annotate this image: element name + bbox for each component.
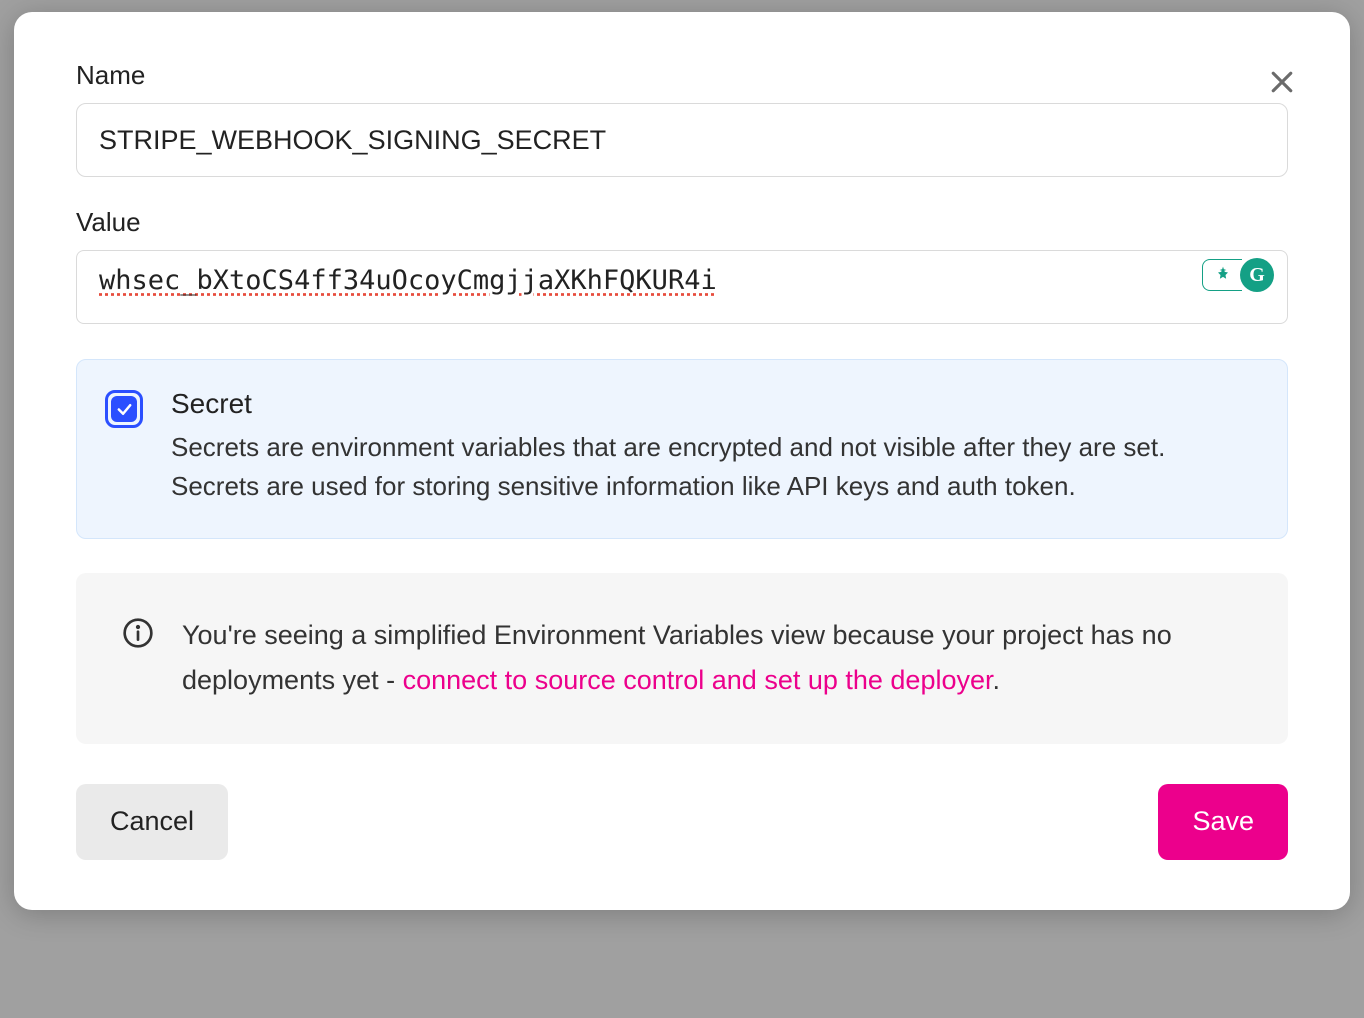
grammarly-logo-icon: G (1240, 258, 1274, 292)
secret-option-box: Secret Secrets are environment variables… (76, 359, 1288, 539)
modal-footer: Cancel Save (76, 784, 1288, 860)
secret-title: Secret (171, 388, 1259, 420)
info-notice-box: You're seeing a simplified Environment V… (76, 573, 1288, 744)
value-field-group: Value whsec_bXtoCS4ff34uOcoyCmgjjaXKhFQK… (76, 207, 1288, 329)
value-input-wrapper: whsec_bXtoCS4ff34uOcoyCmgjjaXKhFQKUR4i G (76, 250, 1288, 329)
grammarly-suggestion-icon (1202, 259, 1242, 291)
value-input[interactable]: whsec_bXtoCS4ff34uOcoyCmgjjaXKhFQKUR4i (76, 250, 1288, 324)
close-button[interactable] (1262, 62, 1302, 102)
secret-checkbox[interactable] (105, 390, 143, 428)
secret-description: Secrets are environment variables that a… (171, 428, 1259, 506)
env-variable-modal: Name Value whsec_bXtoCS4ff34uOcoyCmgjjaX… (14, 12, 1350, 910)
close-icon (1267, 67, 1297, 97)
grammarly-widget[interactable]: G (1202, 258, 1274, 292)
name-input[interactable] (76, 103, 1288, 177)
cancel-button[interactable]: Cancel (76, 784, 228, 860)
name-field-group: Name (76, 60, 1288, 177)
checkbox-checked-icon (111, 396, 137, 422)
info-text: You're seeing a simplified Environment V… (182, 613, 1242, 704)
info-icon (122, 617, 154, 649)
name-label: Name (76, 60, 1288, 91)
secret-text-content: Secret Secrets are environment variables… (171, 388, 1259, 506)
save-button[interactable]: Save (1158, 784, 1288, 860)
connect-source-control-link[interactable]: connect to source control and set up the… (403, 665, 993, 695)
value-label: Value (76, 207, 1288, 238)
info-text-after: . (993, 665, 1001, 695)
